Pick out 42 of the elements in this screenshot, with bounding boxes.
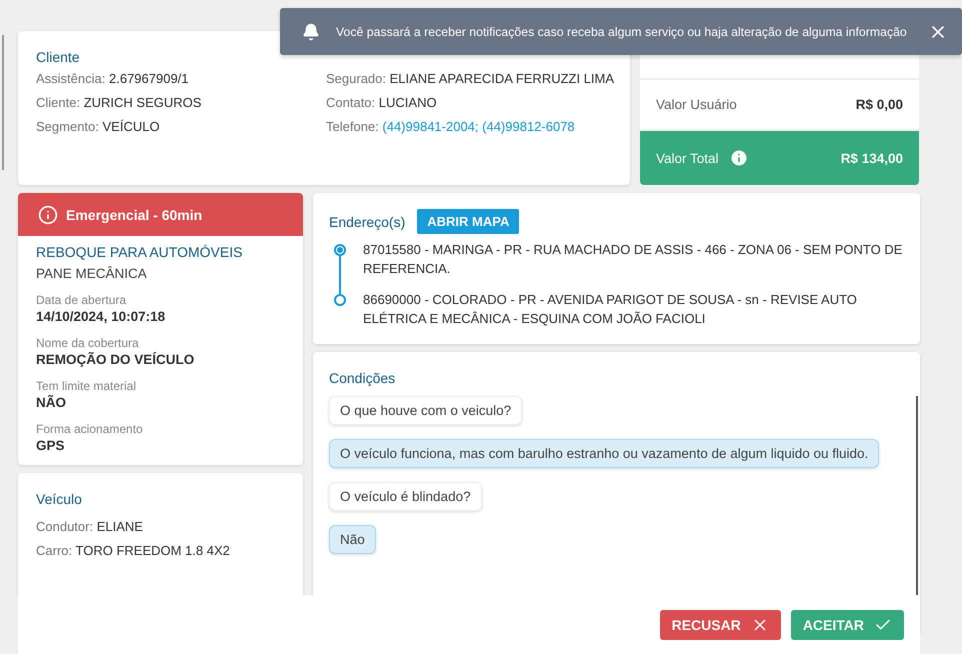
card-title: Veículo <box>36 491 83 507</box>
card-title: Condições <box>329 370 396 386</box>
question-bubble: O que houve com o veiculo? <box>329 396 522 425</box>
answer-bubble: O veículo funciona, mas com barulho estranho ou vazamento de algum liquido ou fluido. <box>329 439 880 468</box>
value-amount: R$ 0,00 <box>856 97 903 112</box>
address-text: 87015580 - MARINGA - PR - RUA MACHADO DE ASSIS - 466 - ZONA 06 - SEM PONTO DE REFERENCIA. <box>363 241 904 278</box>
bell-icon <box>302 22 320 40</box>
answer-bubble: Não <box>329 525 376 554</box>
info-icon[interactable] <box>728 148 749 168</box>
client-field: Segurado: ELIANE APARECIDA FERRUZZI LIMA <box>326 71 614 86</box>
question-bubble: O veículo é blindado? <box>329 482 482 511</box>
detail-label: Tem limite material <box>36 379 138 393</box>
route-stop-icon <box>334 294 346 306</box>
client-field: Segmento: VEÍCULO <box>36 119 326 134</box>
client-field: Cliente: ZURICH SEGUROS <box>36 95 326 110</box>
client-field: Assistência: 2.67967909/1 <box>36 71 326 86</box>
open-map-button[interactable]: ABRIR MAPA <box>417 209 520 234</box>
reject-button[interactable]: RECUSAR <box>660 610 781 640</box>
value-label: Valor Total <box>656 150 719 166</box>
service-title: REBOQUE PARA AUTOMÓVEIS <box>36 244 244 260</box>
client-field: Contato: LUCIANO <box>326 95 614 110</box>
detail-value: 14/10/2024, 10:07:18 <box>36 309 166 324</box>
detail-label: Nome da cobertura <box>36 336 140 350</box>
service-subtitle: PANE MECÂNICA <box>36 266 148 281</box>
vehicle-field: Condutor: ELIANE <box>36 519 285 534</box>
card-title: Cliente <box>36 49 81 65</box>
detail-label: Forma acionamento <box>36 422 144 436</box>
value-amount: R$ 134,00 <box>840 150 903 166</box>
detail-value: GPS <box>36 438 66 453</box>
notification-text: Você passará a receber notificações caso receba algum serviço ou haja alteração de alguma informação <box>336 24 908 38</box>
priority-label: Emergencial - 60min <box>66 206 202 222</box>
info-icon <box>38 204 58 224</box>
detail-label: Data de abertura <box>36 293 128 307</box>
address-text: 86690000 - COLORADO - PR - AVENIDA PARIGOT DE SOUSA - sn - REVISE AUTO ELÉTRICA E MECÂNICA - ESQUINA COM JOÃO FACIOLI <box>363 291 858 328</box>
detail-value: NÃO <box>36 395 67 410</box>
route-stop-icon <box>334 244 346 256</box>
accept-button[interactable]: ACEITAR <box>790 610 904 640</box>
card-title: Endereço(s) <box>329 214 406 230</box>
vehicle-field: Carro: TORO FREEDOM 1.8 4X2 <box>36 543 285 558</box>
detail-value: REMOÇÃO DO VEÍCULO <box>36 352 196 367</box>
client-field: Telefone: (44)99841-2004; (44)99812-6078 <box>326 119 614 134</box>
value-label: Valor Usuário <box>656 97 737 112</box>
